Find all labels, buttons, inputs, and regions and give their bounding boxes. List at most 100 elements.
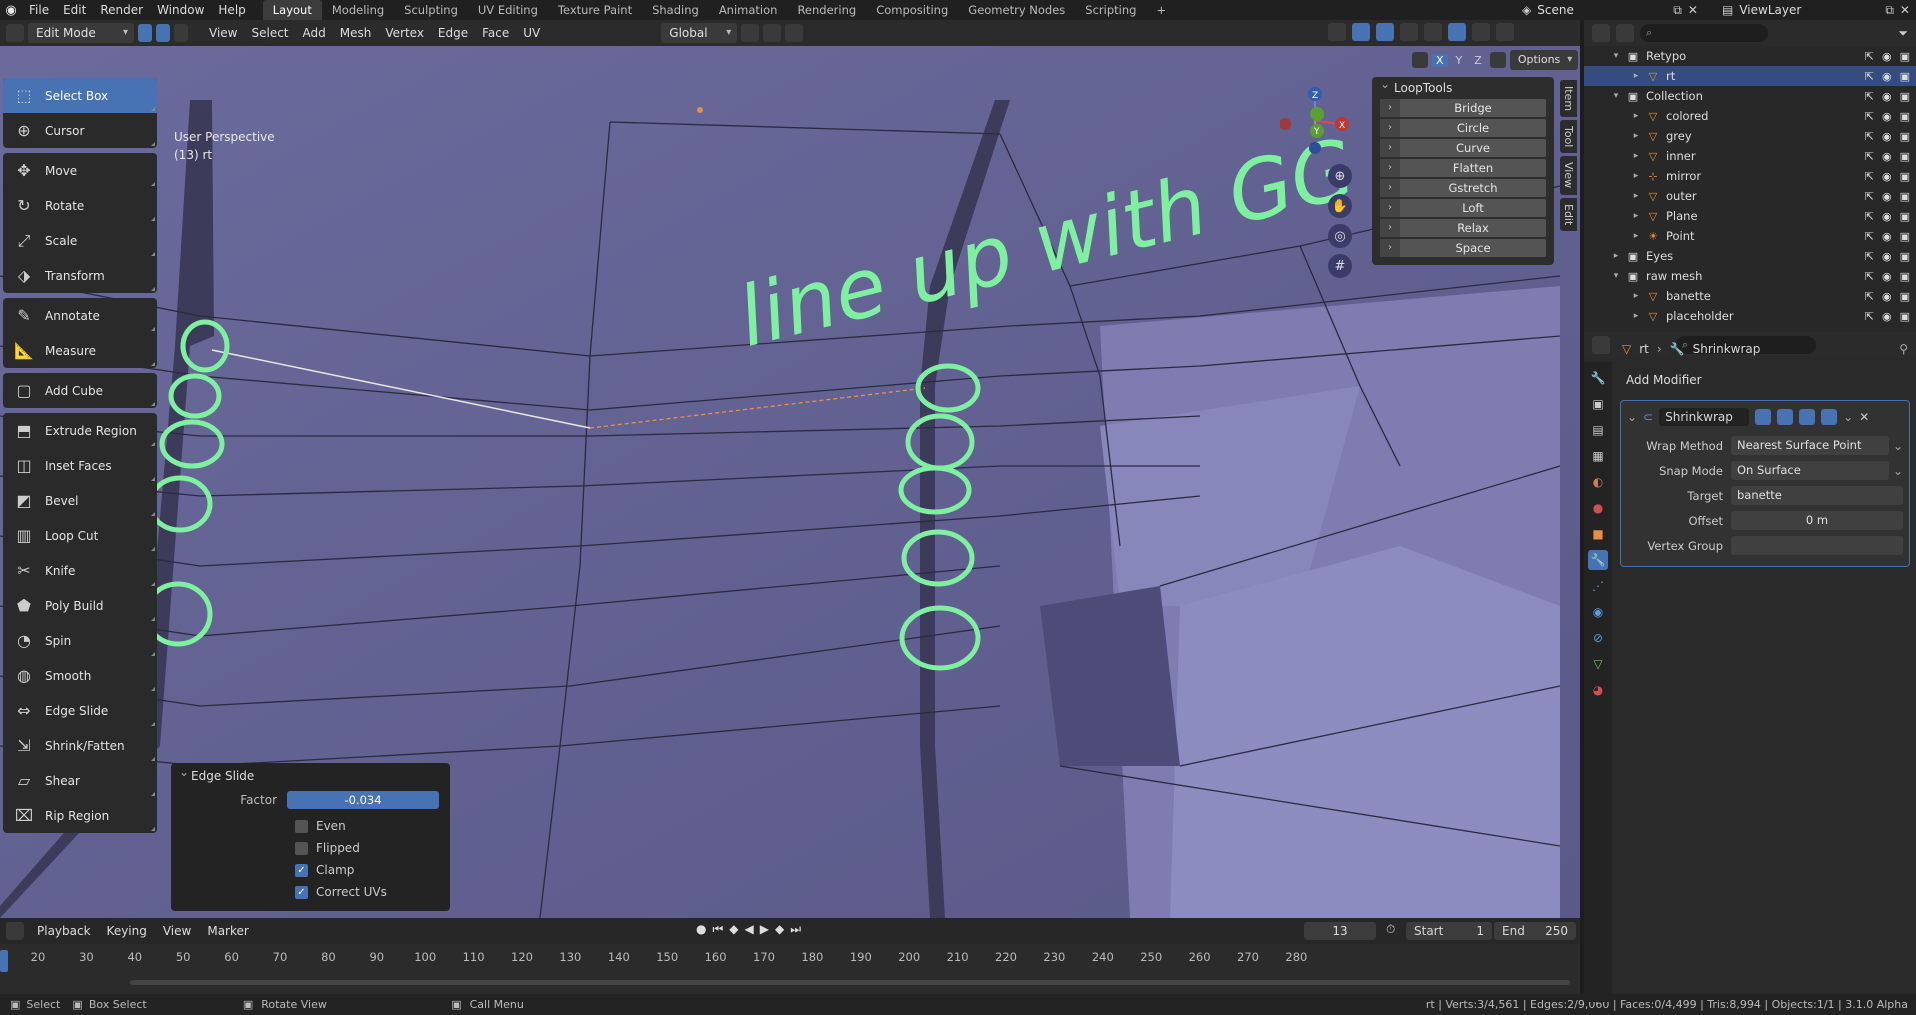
- select-toggle-icon[interactable]: ⇱: [1865, 190, 1874, 203]
- offset-number[interactable]: 0 m: [1731, 511, 1903, 530]
- modifier-menu-icon[interactable]: ⌄: [1843, 410, 1853, 424]
- copy-scene-icon[interactable]: ⧉: [1673, 3, 1682, 18]
- display-mode-icon[interactable]: [1616, 24, 1634, 42]
- object-tab-icon[interactable]: ■: [1588, 524, 1608, 544]
- current-frame-field[interactable]: 13: [1304, 922, 1376, 940]
- timeline-editor-icon[interactable]: [6, 922, 24, 940]
- tool-shear[interactable]: ▱ Shear: [3, 763, 157, 798]
- orientation-dropdown[interactable]: Global: [661, 23, 738, 43]
- option-clamp[interactable]: ✓ Clamp: [295, 859, 442, 881]
- render-tab-icon[interactable]: ▣: [1588, 394, 1608, 414]
- camera-icon[interactable]: ▣: [1900, 110, 1910, 123]
- eye-icon[interactable]: ◉: [1882, 150, 1892, 163]
- navigation-gizmo[interactable]: Z Y X: [1279, 86, 1350, 156]
- mode-dropdown[interactable]: Edit Mode: [28, 23, 134, 43]
- tab-modeling[interactable]: Modeling: [322, 0, 394, 20]
- tool-rotate[interactable]: ↻ Rotate: [3, 188, 157, 223]
- modifier-name-field[interactable]: Shrinkwrap: [1659, 408, 1750, 426]
- expand-arrow-icon[interactable]: ▸: [1630, 311, 1642, 321]
- camera-icon[interactable]: ▣: [1900, 150, 1910, 163]
- eye-icon[interactable]: ◉: [1882, 170, 1892, 183]
- even-checkbox[interactable]: [295, 819, 308, 833]
- vertex-group-vgroup[interactable]: [1731, 536, 1903, 555]
- expand-arrow-icon[interactable]: ▸: [1630, 71, 1642, 81]
- timeline-menu-marker[interactable]: Marker: [200, 920, 255, 942]
- outliner-row-raw-mesh[interactable]: ▾ ▣ raw mesh ⇱ ◉ ▣: [1584, 266, 1916, 286]
- viewport-toggle-icon[interactable]: [1799, 409, 1816, 425]
- collapse-arrow-icon[interactable]: ▾: [1610, 271, 1622, 281]
- tool-measure[interactable]: 📐 Measure: [3, 333, 157, 368]
- outliner-row-plane[interactable]: ▸ ▽ Plane ⇱ ◉ ▣: [1584, 206, 1916, 226]
- outliner-row-eyes[interactable]: ▸ ▣ Eyes ⇱ ◉ ▣: [1584, 246, 1916, 266]
- tool-knife[interactable]: ✂ Knife: [3, 553, 157, 588]
- solid-shading-icon[interactable]: [1448, 23, 1466, 41]
- camera-icon[interactable]: ▣: [1900, 170, 1910, 183]
- option-correct-uvs[interactable]: ✓ Correct UVs: [295, 881, 442, 903]
- select-toggle-icon[interactable]: ⇱: [1865, 250, 1874, 263]
- camera-icon[interactable]: ▣: [1900, 70, 1910, 83]
- pan-hand-icon[interactable]: ✋: [1328, 194, 1352, 218]
- outliner-row-rt[interactable]: ▸ ▽ rt ⇱ ◉ ▣: [1584, 66, 1916, 86]
- face-select-icon[interactable]: [174, 24, 188, 42]
- looptools-title[interactable]: LoopTools: [1372, 73, 1554, 99]
- close-view-layer-icon[interactable]: ✕: [1900, 3, 1910, 17]
- looptools-flatten[interactable]: › Flatten: [1380, 159, 1546, 177]
- eye-icon[interactable]: ◉: [1882, 110, 1892, 123]
- modifier-tab-icon[interactable]: 🔧: [1588, 550, 1608, 570]
- particles-tab-icon[interactable]: ⋰: [1588, 576, 1608, 596]
- tab-animation[interactable]: Animation: [709, 0, 788, 20]
- view-layer-name[interactable]: ViewLayer: [1739, 3, 1879, 17]
- tool-annotate[interactable]: ✎ Annotate: [3, 298, 157, 333]
- outliner-row-banette[interactable]: ▸ ▽ banette ⇱ ◉ ▣: [1584, 286, 1916, 306]
- add-workspace-button[interactable]: +: [1146, 0, 1176, 20]
- timeline-menu-view[interactable]: View: [156, 920, 198, 942]
- tab-sculpting[interactable]: Sculpting: [394, 0, 468, 20]
- menu-render[interactable]: Render: [93, 0, 150, 20]
- camera-icon[interactable]: ▣: [1900, 270, 1910, 283]
- menu-window[interactable]: Window: [150, 0, 211, 20]
- edge-select-icon[interactable]: [156, 24, 170, 42]
- menu-edit[interactable]: Edit: [56, 0, 93, 20]
- eye-icon[interactable]: ◉: [1882, 130, 1892, 143]
- select-toggle-icon[interactable]: ⇱: [1865, 90, 1874, 103]
- expand-arrow-icon[interactable]: ▸: [1630, 291, 1642, 301]
- expand-arrow-icon[interactable]: ▸: [1630, 171, 1642, 181]
- pivot-icon[interactable]: [741, 24, 760, 42]
- tool-cursor[interactable]: ⊕ Cursor: [3, 113, 157, 148]
- prev-keyframe-icon[interactable]: ◆: [729, 922, 738, 937]
- render-toggle-icon[interactable]: [1821, 409, 1838, 425]
- outliner-row-retypo[interactable]: ▾ ▣ Retypo ⇱ ◉ ▣: [1584, 46, 1916, 66]
- mirror-options-icon[interactable]: [1412, 52, 1428, 68]
- camera-icon[interactable]: ▣: [1900, 210, 1910, 223]
- snap-icon[interactable]: [763, 24, 782, 42]
- next-keyframe-icon[interactable]: ◆: [775, 922, 784, 937]
- select-toggle-icon[interactable]: ⇱: [1865, 50, 1874, 63]
- play-icon[interactable]: ▶: [760, 922, 769, 937]
- eye-icon[interactable]: ◉: [1882, 230, 1892, 243]
- jump-start-icon[interactable]: ⏮: [712, 922, 723, 937]
- grid-icon[interactable]: #: [1328, 254, 1352, 278]
- axis-x-toggle[interactable]: X: [1432, 53, 1448, 67]
- timeline-ruler[interactable]: 20 30 40 50 60 70 80 90 100 110 120 130 140 150 160 170…: [0, 944, 1580, 994]
- camera-icon[interactable]: ◎: [1328, 224, 1352, 248]
- tool-transform[interactable]: ⬗ Transform: [3, 258, 157, 293]
- outliner-row-point[interactable]: ▸ ☀ Point ⇱ ◉ ▣: [1584, 226, 1916, 246]
- outliner-search[interactable]: [1640, 24, 1768, 42]
- tab-geometry-nodes[interactable]: Geometry Nodes: [958, 0, 1075, 20]
- menu-vertex[interactable]: Vertex: [378, 22, 431, 44]
- sidebar-tab-view[interactable]: View: [1560, 156, 1577, 195]
- expand-arrow-icon[interactable]: ▸: [1630, 211, 1642, 221]
- expand-arrow-icon[interactable]: ▸: [1610, 251, 1622, 261]
- timeline-menu-playback[interactable]: Playback: [30, 920, 98, 942]
- tool-rip-region[interactable]: ⌧ Rip Region: [3, 798, 157, 833]
- wrap-method-dropdown[interactable]: Nearest Surface Point: [1731, 436, 1889, 455]
- looptools-circle[interactable]: › Circle: [1380, 119, 1546, 137]
- tool-tab-icon[interactable]: 🔧: [1588, 368, 1608, 388]
- outliner-row-colored[interactable]: ▸ ▽ colored ⇱ ◉ ▣: [1584, 106, 1916, 126]
- snap-mode-dropdown[interactable]: On Surface: [1731, 461, 1889, 480]
- menu-mesh[interactable]: Mesh: [333, 22, 379, 44]
- constraints-tab-icon[interactable]: ⊘: [1588, 628, 1608, 648]
- material-tab-icon[interactable]: ◕: [1588, 680, 1608, 700]
- copy-view-layer-icon[interactable]: ⧉: [1885, 3, 1894, 18]
- editor-type-icon[interactable]: [6, 24, 24, 42]
